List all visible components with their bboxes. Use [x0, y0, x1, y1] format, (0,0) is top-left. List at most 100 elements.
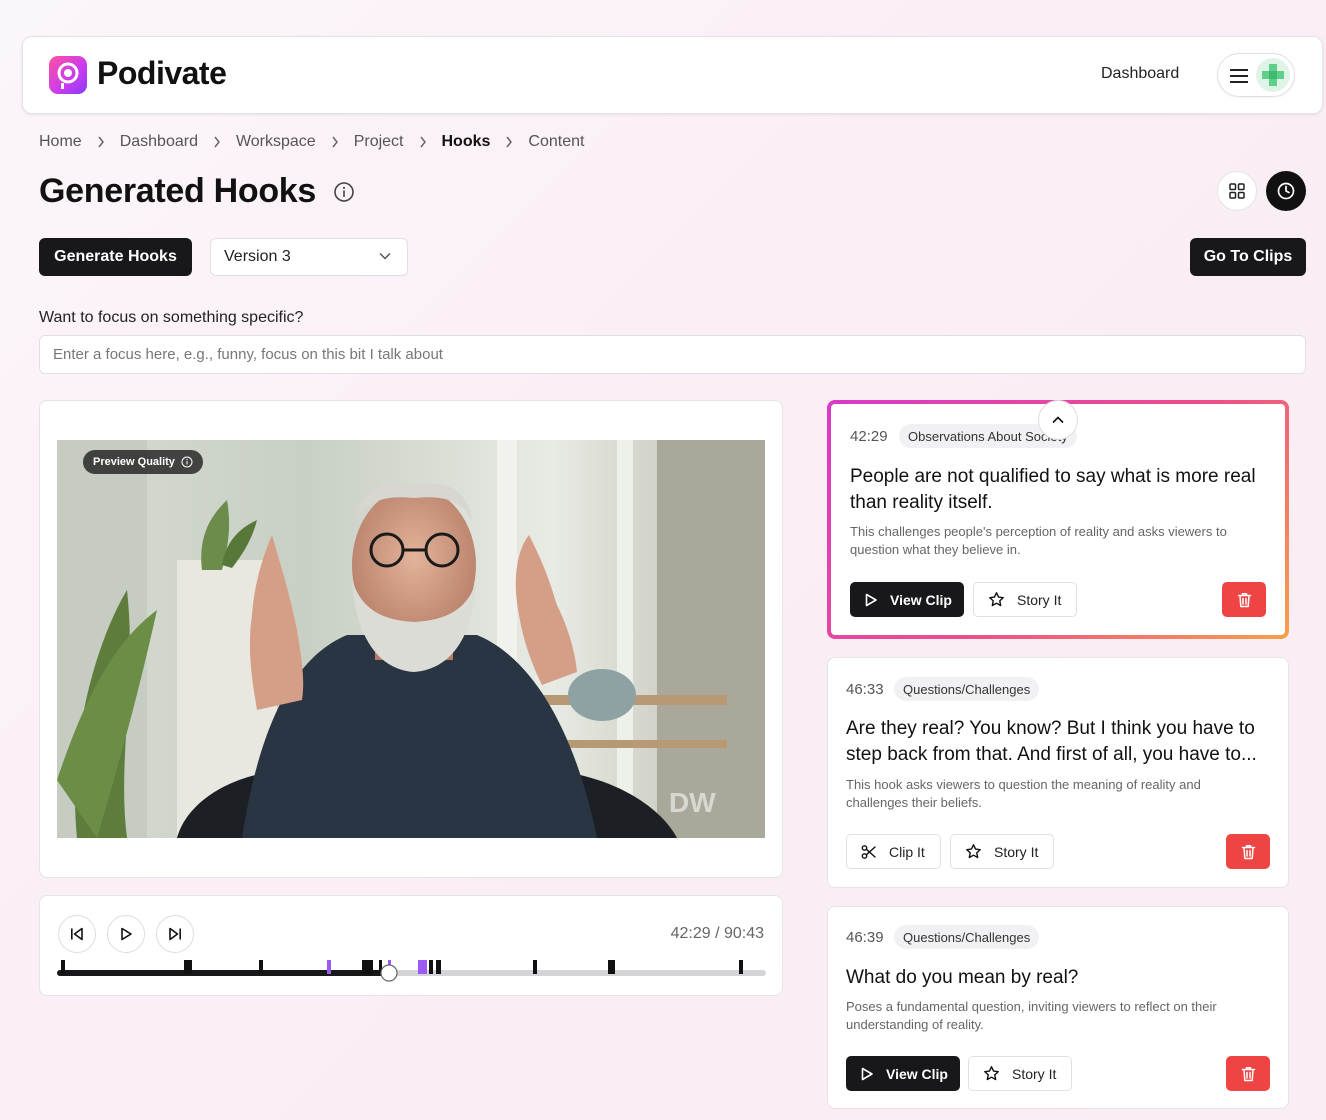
hook-timestamp: 42:29: [850, 428, 888, 445]
delete-hook-button[interactable]: [1226, 1056, 1270, 1091]
history-button[interactable]: [1266, 171, 1306, 211]
version-select[interactable]: Version 3: [210, 238, 408, 276]
skip-back-icon: [71, 927, 83, 941]
user-menu-button[interactable]: [1217, 53, 1295, 97]
view-clip-button[interactable]: View Clip: [850, 582, 964, 617]
scissors-icon: [861, 844, 876, 859]
play-button[interactable]: [107, 915, 145, 953]
chevron-right-icon: [404, 136, 442, 148]
next-hook-button[interactable]: [156, 915, 194, 953]
delete-hook-button[interactable]: [1222, 582, 1266, 617]
star-icon: [966, 844, 981, 859]
info-icon[interactable]: [333, 181, 355, 203]
video-frame[interactable]: DW Preview Quality: [57, 440, 765, 838]
grid-view-button[interactable]: [1217, 171, 1257, 211]
hook-marker[interactable]: [608, 960, 615, 974]
preview-quality-badge[interactable]: Preview Quality: [83, 450, 203, 474]
breadcrumb-hooks[interactable]: Hooks: [442, 133, 491, 151]
chevron-right-icon: [82, 136, 120, 148]
story-it-label: Story It: [1012, 1065, 1057, 1082]
hook-marker[interactable]: [61, 960, 65, 974]
view-clip-label: View Clip: [890, 591, 952, 608]
hook-marker[interactable]: [418, 960, 427, 974]
view-clip-button[interactable]: View Clip: [846, 1056, 960, 1091]
page-title: Generated Hooks: [39, 172, 317, 210]
breadcrumb: Home Dashboard Workspace Project Hooks C…: [39, 133, 584, 151]
hook-title: People are not qualified to say what is …: [850, 466, 1256, 513]
hook-timestamp: 46:33: [846, 681, 884, 698]
time-readout: 42:29 / 90:43: [670, 925, 764, 942]
star-icon: [984, 1066, 999, 1081]
watermark-text: DW: [669, 787, 716, 818]
hook-category-tag: Questions/Challenges: [894, 925, 1040, 949]
delete-hook-button[interactable]: [1226, 834, 1270, 869]
hook-marker[interactable]: [362, 960, 373, 974]
focus-input[interactable]: [39, 335, 1306, 374]
timeline-thumb[interactable]: [380, 964, 398, 982]
previous-hook-button[interactable]: [58, 915, 96, 953]
breadcrumb-dashboard[interactable]: Dashboard: [120, 133, 198, 151]
collapse-up-button[interactable]: [1038, 400, 1078, 440]
hook-timestamp: 46:39: [846, 929, 884, 946]
breadcrumb-content[interactable]: Content: [528, 133, 584, 151]
breadcrumb-project[interactable]: Project: [354, 133, 404, 151]
story-it-button[interactable]: Story It: [973, 582, 1077, 617]
hook-title: What do you mean by real?: [846, 967, 1079, 988]
timeline-scrubber[interactable]: [57, 954, 766, 984]
story-it-button[interactable]: Story It: [968, 1056, 1072, 1091]
play-icon: [121, 927, 132, 941]
view-clip-label: View Clip: [886, 1065, 948, 1082]
hook-marker[interactable]: [436, 960, 441, 974]
clock-icon: [1277, 182, 1295, 200]
trash-icon: [1241, 1066, 1255, 1081]
hook-card[interactable]: 46:33 Questions/Challenges Are they real…: [827, 657, 1289, 888]
app-name[interactable]: Podivate: [97, 55, 227, 92]
hook-marker[interactable]: [429, 960, 433, 974]
hook-marker[interactable]: [327, 960, 331, 974]
hook-category-tag: Questions/Challenges: [894, 677, 1040, 701]
hook-marker[interactable]: [533, 960, 537, 974]
clip-it-label: Clip It: [889, 843, 925, 860]
podivate-logo-icon[interactable]: [49, 56, 87, 94]
video-preview-card: DW Preview Quality: [39, 400, 783, 878]
go-to-clips-button[interactable]: Go To Clips: [1190, 238, 1306, 276]
clip-it-button[interactable]: Clip It: [846, 834, 941, 869]
hook-marker[interactable]: [259, 960, 263, 974]
video-thumbnail: DW: [57, 440, 765, 838]
top-navbar: Podivate Dashboard: [22, 36, 1323, 114]
focus-label: Want to focus on something specific?: [39, 309, 304, 326]
trash-icon: [1241, 844, 1255, 859]
timeline-progress: [57, 970, 389, 976]
story-it-label: Story It: [1017, 591, 1062, 608]
skip-forward-icon: [169, 927, 181, 941]
chevron-right-icon: [490, 136, 528, 148]
nav-dashboard-link[interactable]: Dashboard: [1101, 65, 1179, 83]
user-avatar: [1256, 58, 1290, 92]
breadcrumb-workspace[interactable]: Workspace: [236, 133, 316, 151]
trash-icon: [1237, 592, 1251, 607]
preview-quality-label: Preview Quality: [93, 456, 175, 468]
story-it-button[interactable]: Story It: [950, 834, 1054, 869]
generate-hooks-button[interactable]: Generate Hooks: [39, 238, 192, 276]
play-icon: [865, 593, 877, 606]
story-it-label: Story It: [994, 843, 1039, 860]
chevron-up-icon: [1052, 416, 1064, 424]
info-icon: [181, 456, 193, 468]
player-controls-card: 42:29 / 90:43: [39, 895, 783, 996]
hook-card[interactable]: 46:39 Questions/Challenges What do you m…: [827, 906, 1289, 1109]
hook-description: This challenges people's perception of r…: [850, 524, 1227, 557]
hook-marker[interactable]: [739, 960, 743, 974]
version-select-value: Version 3: [224, 248, 291, 265]
chevron-right-icon: [198, 136, 236, 148]
grid-icon: [1229, 183, 1245, 199]
chevron-down-icon: [379, 252, 391, 260]
hook-marker[interactable]: [184, 960, 192, 974]
chevron-right-icon: [316, 136, 354, 148]
hamburger-menu-icon: [1230, 69, 1248, 83]
hook-description: This hook asks viewers to question the m…: [846, 777, 1201, 810]
play-icon: [861, 1067, 873, 1080]
star-icon: [989, 592, 1004, 607]
hook-description: Poses a fundamental question, inviting v…: [846, 999, 1217, 1032]
breadcrumb-home[interactable]: Home: [39, 133, 82, 151]
hook-title: Are they real? You know? But I think you…: [846, 718, 1257, 765]
